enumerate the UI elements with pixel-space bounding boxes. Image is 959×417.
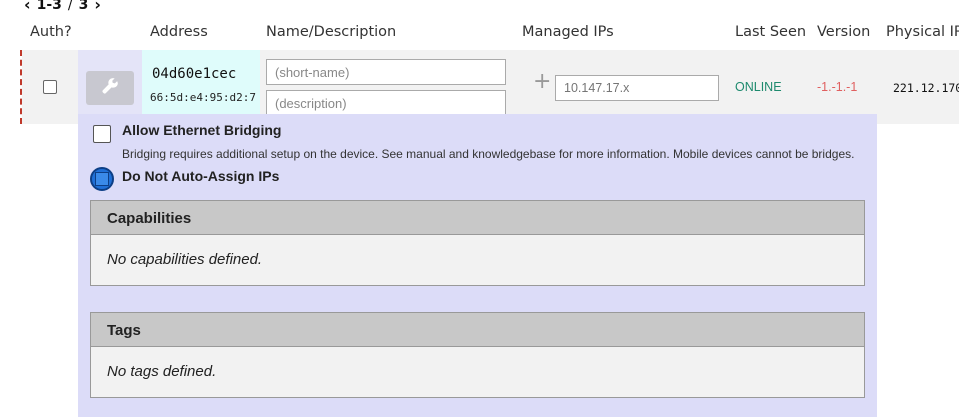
- pager-range: 1-3: [36, 0, 62, 13]
- no-auto-assign-label[interactable]: Do Not Auto-Assign IPs: [122, 168, 279, 184]
- member-name-input[interactable]: [266, 59, 506, 85]
- chevron-right-icon[interactable]: ›: [94, 0, 101, 13]
- tags-title: Tags: [91, 313, 864, 347]
- authorize-checkbox[interactable]: [43, 80, 57, 94]
- chevron-left-icon[interactable]: ‹: [24, 0, 31, 13]
- allow-bridging-label[interactable]: Allow Ethernet Bridging: [122, 122, 281, 138]
- member-address: 04d60e1cec: [152, 66, 237, 82]
- physical-ip: 221.12.170: [893, 81, 959, 95]
- col-header-version[interactable]: Version: [817, 24, 870, 40]
- capabilities-empty: No capabilities defined.: [107, 251, 263, 268]
- pager: ‹ 1-3 / 3 ›: [24, 0, 101, 13]
- member-mac: 66:5d:e4:95:d2:7: [150, 91, 256, 104]
- col-header-address[interactable]: Address: [150, 24, 208, 40]
- allow-bridging-checkbox[interactable]: [93, 125, 111, 143]
- capabilities-title: Capabilities: [91, 201, 864, 235]
- plus-icon[interactable]: +: [533, 71, 551, 93]
- member-settings-button[interactable]: [86, 71, 134, 105]
- pager-separator: /: [67, 0, 73, 13]
- member-address-cell: 04d60e1cec 66:5d:e4:95:d2:7: [142, 50, 260, 114]
- member-description-input[interactable]: [266, 90, 506, 116]
- no-auto-assign-checkbox[interactable]: [90, 167, 114, 191]
- wrench-icon: [101, 77, 119, 99]
- col-header-managed-ips[interactable]: Managed IPs: [522, 24, 614, 40]
- member-version: -1.-1.-1: [817, 80, 858, 94]
- tags-empty: No tags defined.: [107, 363, 217, 380]
- tags-section: Tags No tags defined.: [90, 312, 865, 398]
- unauthorized-marker: [20, 50, 22, 124]
- pager-total: 3: [78, 0, 89, 13]
- col-header-name[interactable]: Name/Description: [266, 24, 396, 40]
- capabilities-section: Capabilities No capabilities defined.: [90, 200, 865, 286]
- last-seen-status: ONLINE: [735, 80, 782, 94]
- col-header-physical-ip[interactable]: Physical IP: [886, 24, 959, 40]
- managed-ip-input[interactable]: [555, 75, 719, 101]
- bridging-note: Bridging requires additional setup on th…: [122, 147, 855, 161]
- col-header-auth[interactable]: Auth?: [30, 24, 72, 40]
- col-header-last-seen[interactable]: Last Seen: [735, 24, 806, 40]
